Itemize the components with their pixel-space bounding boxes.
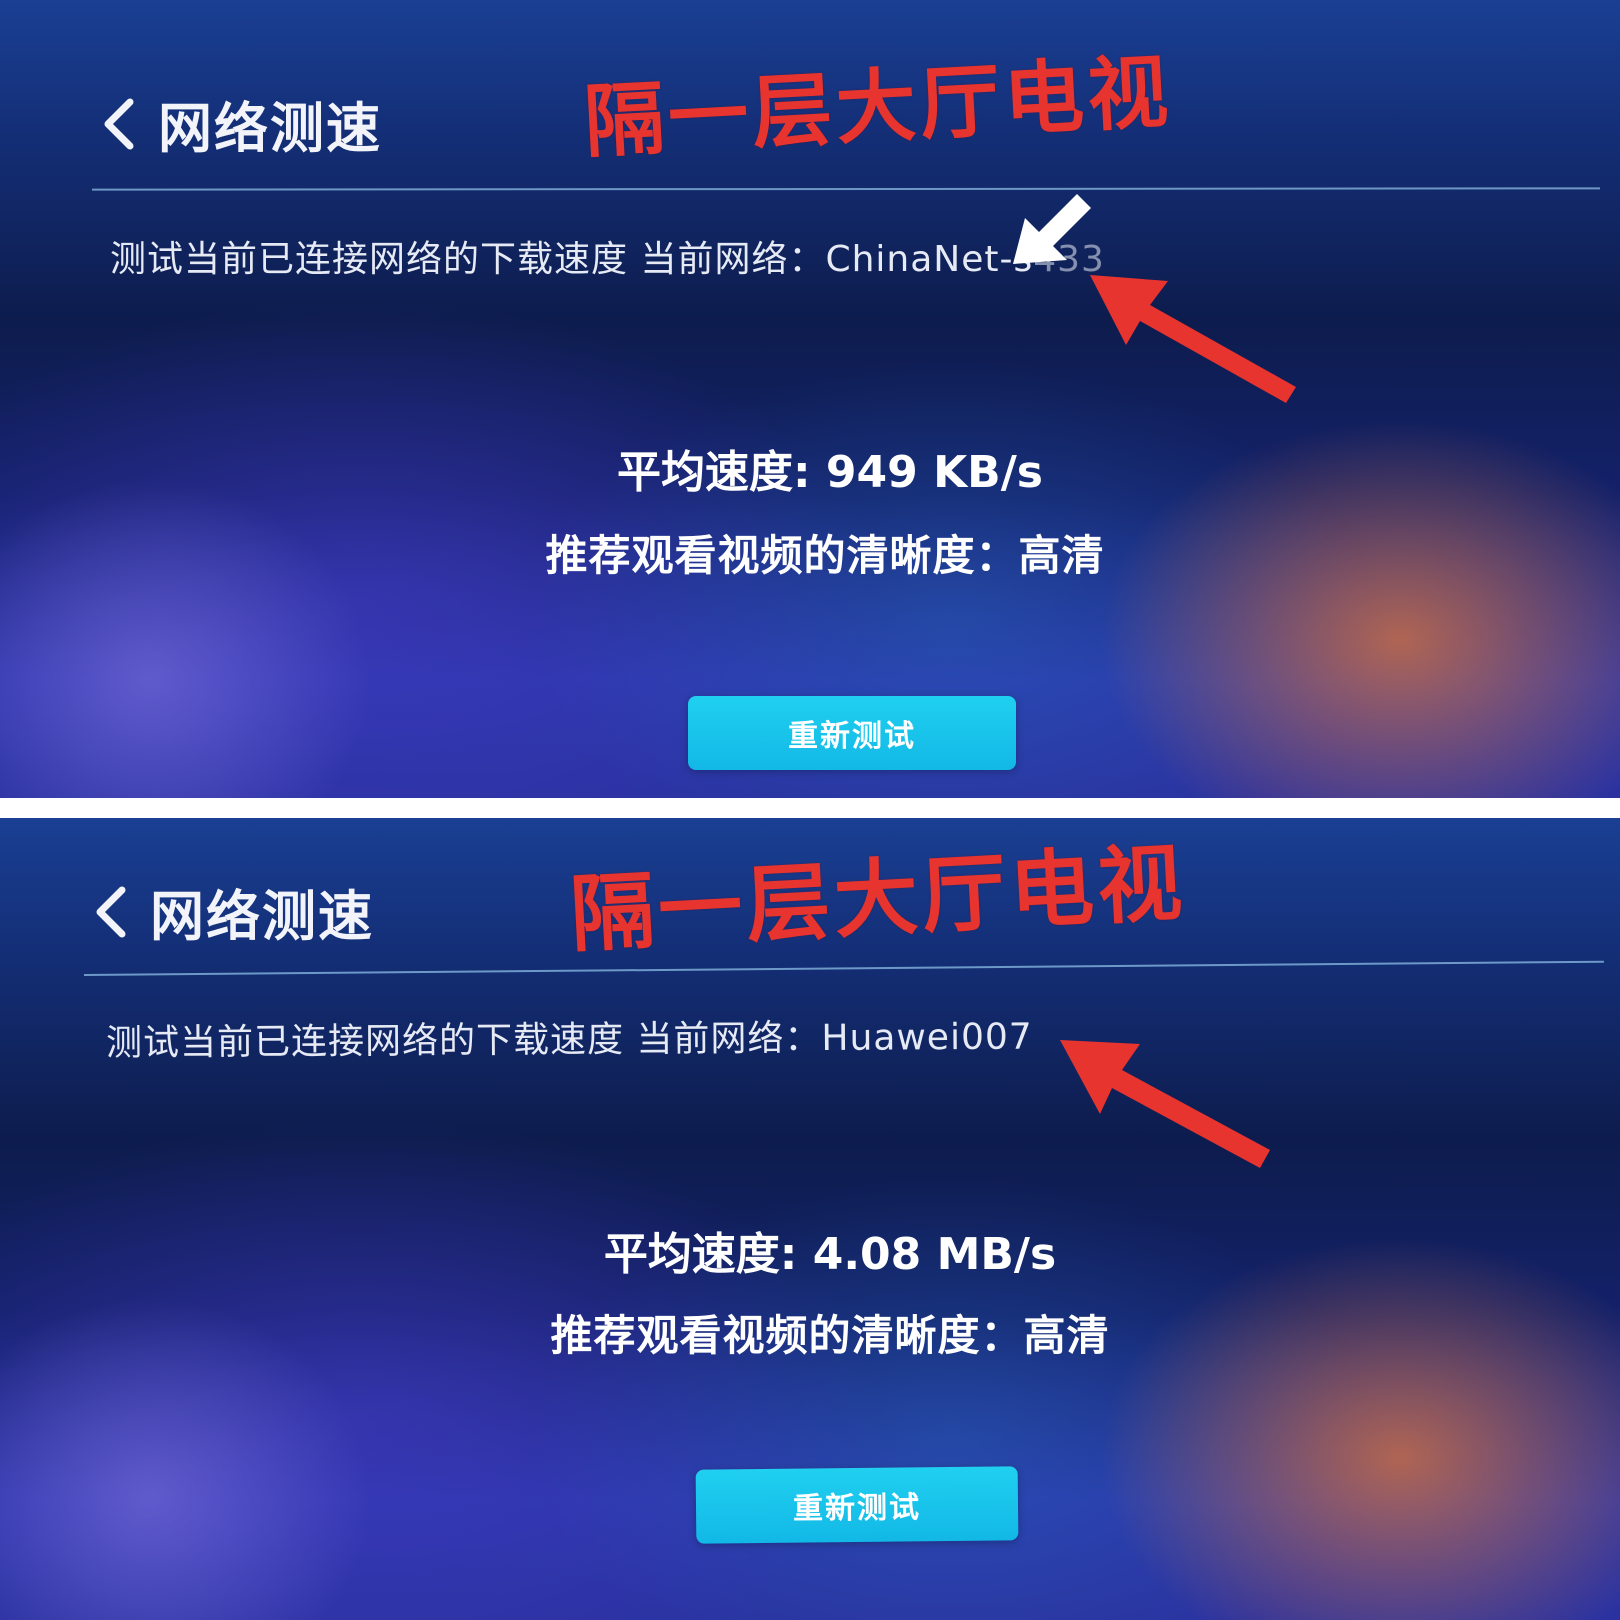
network-info: 测试当前已连接网络的下载速度 当前网络：ChinaNet-s433 [110,230,1105,282]
speed-test-screen-1: 网络测速 隔一层大厅电视 测试当前已连接网络的下载速度 当前网络：ChinaNe… [0,0,1620,798]
annotation-caption: 隔一层大厅电视 [581,45,1174,169]
screen-title: 网络测速 [150,885,374,948]
average-speed: 平均速度: 4.08 MB/s [603,1229,1057,1280]
header-divider [91,187,1601,191]
recommended-quality: 推荐观看视频的清晰度：高清 [545,531,1105,580]
average-speed: 平均速度: 949 KB/s [617,447,1043,498]
white-arrow-icon [1013,194,1091,264]
chevron-left-icon[interactable] [92,884,130,940]
header-divider [83,960,1604,976]
network-name: ChinaNet-s [825,239,1034,280]
screen-header: 网络测速 [92,872,374,951]
network-info-label: 测试当前已连接网络的下载速度 当前网络： [105,1018,822,1064]
network-name: Huawei007 [821,1016,1033,1060]
speed-test-screen-2: 网络测速 隔一层大厅电视 测试当前已连接网络的下载速度 当前网络：Huawei0… [0,818,1620,1620]
network-info-label: 测试当前已连接网络的下载速度 当前网络： [110,239,826,280]
screen-header: 网络测速 [100,84,382,163]
red-arrow-icon [1090,275,1296,403]
chevron-left-icon[interactable] [100,96,138,152]
network-info: 测试当前已连接网络的下载速度 当前网络：Huawei007 [106,1008,1033,1066]
screen-title: 网络测速 [158,97,382,160]
red-arrow-icon [1060,1040,1270,1168]
recommended-quality: 推荐观看视频的清晰度：高清 [550,1311,1110,1360]
retest-button[interactable]: 重新测试 [695,1466,1019,1544]
annotation-caption: 隔一层大厅电视 [567,833,1189,964]
retest-button[interactable]: 重新测试 [688,696,1016,770]
panel-separator [0,798,1620,818]
